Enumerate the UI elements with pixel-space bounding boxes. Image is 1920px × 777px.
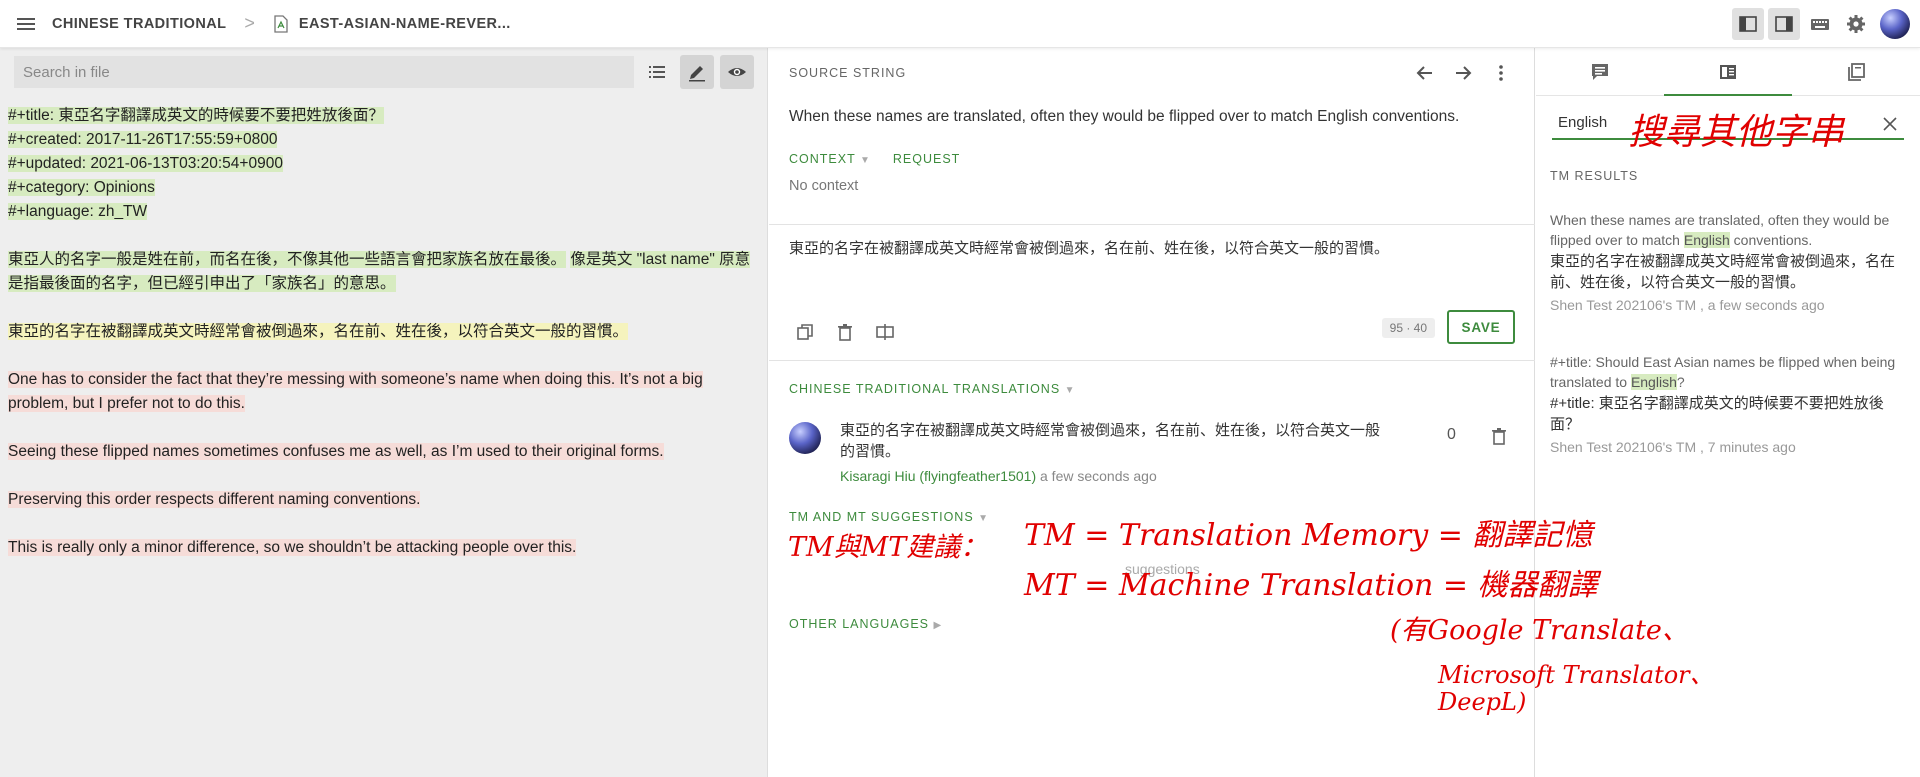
delete-icon[interactable] — [1489, 426, 1511, 448]
tm-mt-section-toggle[interactable]: TM AND MT SUGGESTIONS ▼ — [789, 510, 989, 524]
copy-source-icon[interactable] — [793, 320, 817, 344]
toggle-right-panel-icon[interactable] — [1768, 8, 1800, 40]
edit-pencil-icon[interactable] — [680, 55, 714, 89]
paragraph-6: This is really only a minor difference, … — [8, 536, 759, 560]
doc-string-current[interactable]: 東亞的名字在被翻譯成英文時經常會被倒過來，名在前、姓在後，以符合英文一般的習慣。 — [8, 323, 629, 340]
tm-results-label: TM RESULTS — [1550, 169, 1639, 183]
delete-translation-icon[interactable] — [833, 320, 857, 344]
tm-result-target: #+title: 東亞名字翻譯成英文的時候要不要把姓放後面？ — [1550, 395, 1884, 433]
tm-result-source: When these names are translated, often t… — [1550, 212, 1890, 248]
gear-icon[interactable] — [1840, 8, 1872, 40]
expand-triangle-icon: ▶ — [933, 620, 943, 631]
annotation-examples-line1: (有Google Translate、 — [1390, 615, 1689, 646]
doc-string-1a[interactable]: 東亞人的名字一般是姓在前，而名在後，不像其他一些語言會把家族名放在最後。 — [8, 251, 567, 268]
annotation-search-note: 搜尋其他字串 — [1628, 112, 1845, 153]
annotation-tm-mt-note: TM與MT建議： — [788, 532, 988, 563]
translations-section-toggle[interactable]: CHINESE TRADITIONAL TRANSLATIONS ▼ — [789, 382, 1076, 396]
annotation-examples-line3: DeepL) — [1438, 688, 1527, 716]
doc-header-updated[interactable]: #+updated: 2021-06-13T03:20:54+0900 — [8, 155, 283, 172]
preview-eye-icon[interactable] — [720, 55, 754, 89]
character-counter: 95 · 40 — [1381, 318, 1435, 338]
annotation-mt-definition: MT = Machine Translation = 機器翻譯 — [1024, 568, 1598, 603]
list-view-icon[interactable] — [640, 55, 674, 89]
arrow-right-icon[interactable] — [1450, 60, 1476, 86]
translations-section-label: CHINESE TRADITIONAL TRANSLATIONS — [789, 382, 1061, 396]
special-characters-icon[interactable] — [873, 320, 897, 344]
context-toggle[interactable]: CONTEXT ▼ — [789, 152, 871, 166]
tm-result-meta: Shen Test 202106's TM , a few seconds ag… — [1550, 297, 1825, 313]
doc-header-category[interactable]: #+category: Opinions — [8, 179, 155, 196]
breadcrumb-separator: > — [244, 13, 255, 33]
comment-icon — [1592, 63, 1608, 80]
top-bar: CHINESE TRADITIONAL > EAST-ASIAN-NAME-RE… — [0, 0, 1920, 48]
sidebar-tabs — [1536, 48, 1920, 96]
keyboard-icon[interactable] — [1804, 8, 1836, 40]
dropdown-triangle-icon: ▼ — [1064, 385, 1076, 396]
tm-result-meta: Shen Test 202106's TM , 7 minutes ago — [1550, 439, 1796, 455]
request-context-link[interactable]: REQUEST — [893, 152, 960, 166]
translation-text[interactable]: 東亞的名字在被翻譯成英文時經常會被倒過來，名在前、姓在後，以符合英文一般的習慣。 — [840, 420, 1380, 462]
dropdown-triangle-icon: ▼ — [859, 155, 871, 166]
tm-result-source: #+title: Should East Asian names be flip… — [1550, 354, 1896, 390]
translation-editor-pane: SOURCE STRING When these names are trans… — [769, 48, 1535, 777]
search-match: English — [1630, 374, 1677, 390]
file-icon — [274, 14, 288, 33]
annotation-tm-definition: TM = Translation Memory = 翻譯記憶 — [1024, 518, 1593, 553]
paragraph-1: 東亞人的名字一般是姓在前，而名在後，不像其他一些語言會把家族名放在最後。 像是英… — [8, 248, 759, 296]
search-in-file-input[interactable]: Search in file — [14, 56, 634, 88]
tab-comments[interactable] — [1536, 48, 1664, 95]
translation-time: a few seconds ago — [1040, 468, 1157, 484]
menu-icon[interactable] — [0, 0, 52, 48]
translation-textarea[interactable]: 東亞的名字在被翻譯成英文時經常會被倒過來，名在前、姓在後，以符合英文一般的習慣。 — [789, 237, 1389, 258]
tm-search-value: English — [1558, 114, 1608, 131]
doc-header-language[interactable]: #+language: zh_TW — [8, 203, 148, 220]
translation-editor: 東亞的名字在被翻譯成英文時經常會被倒過來，名在前、姓在後，以符合英文一般的習慣。… — [769, 224, 1535, 361]
no-context-text: No context — [789, 178, 859, 194]
tm-result-item[interactable]: When these names are translated, often t… — [1550, 210, 1906, 313]
library-icon — [1848, 62, 1865, 81]
tm-result-item[interactable]: #+title: Should East Asian names be flip… — [1550, 352, 1906, 455]
paragraph-2: 東亞的名字在被翻譯成英文時經常會被倒過來，名在前、姓在後，以符合英文一般的習慣。 — [8, 320, 759, 344]
header-block: #+title: 東亞名字翻譯成英文的時候要不要把姓放後面？ #+created… — [8, 104, 759, 224]
breadcrumb-file[interactable]: EAST-ASIAN-NAME-REVER... — [299, 16, 511, 32]
annotation-examples-line2: Microsoft Translator、 — [1438, 661, 1714, 689]
paragraph-5: Preserving this order respects different… — [8, 488, 759, 512]
book-icon — [1720, 64, 1736, 79]
source-string-label: SOURCE STRING — [789, 66, 907, 80]
translator-avatar — [789, 422, 821, 454]
arrow-left-icon[interactable] — [1412, 60, 1438, 86]
document-toolbar: Search in file — [0, 48, 767, 96]
document-pane: Search in file #+title: 東亞名字翻譯成英文的時候要不要把… — [0, 48, 768, 777]
search-match: English — [1683, 232, 1730, 248]
vote-count: 0 — [1447, 426, 1456, 443]
close-icon[interactable] — [1882, 116, 1898, 132]
doc-header-created[interactable]: #+created: 2017-11-26T17:55:59+0800 — [8, 131, 278, 148]
doc-string-3[interactable]: One has to consider the fact that they’r… — [8, 371, 703, 412]
tm-mt-section-label: TM AND MT SUGGESTIONS — [789, 510, 974, 524]
document-content: #+title: 東亞名字翻譯成英文的時候要不要把姓放後面？ #+created… — [0, 96, 767, 560]
tm-result-target: 東亞的名字在被翻譯成英文時經常會被倒過來，名在前、姓在後，以符合英文一般的習慣。 — [1550, 253, 1896, 291]
toggle-left-panel-icon[interactable] — [1732, 8, 1764, 40]
tab-machinery[interactable] — [1664, 48, 1792, 96]
translation-meta: Kisaragi Hiu (flyingfeather1501) a few s… — [840, 468, 1157, 484]
context-label: CONTEXT — [789, 152, 856, 166]
doc-header-title[interactable]: #+title: 東亞名字翻譯成英文的時候要不要把姓放後面？ — [8, 107, 384, 124]
paragraph-4: Seeing these flipped names sometimes con… — [8, 440, 759, 464]
breadcrumb-project[interactable]: CHINESE TRADITIONAL — [52, 16, 226, 32]
doc-string-6[interactable]: This is really only a minor difference, … — [8, 539, 577, 556]
translator-name[interactable]: Kisaragi Hiu (flyingfeather1501) — [840, 468, 1036, 484]
other-languages-toggle[interactable]: OTHER LANGUAGES ▶ — [789, 617, 942, 631]
save-button[interactable]: SAVE — [1447, 310, 1515, 344]
dropdown-triangle-icon: ▼ — [978, 513, 990, 524]
doc-string-4[interactable]: Seeing these flipped names sometimes con… — [8, 443, 664, 460]
tab-other-languages[interactable] — [1792, 48, 1920, 95]
source-string-text: When these names are translated, often t… — [789, 108, 1460, 125]
user-avatar[interactable] — [1880, 9, 1910, 39]
paragraph-3: One has to consider the fact that they’r… — [8, 368, 759, 416]
other-languages-label: OTHER LANGUAGES — [789, 617, 930, 631]
doc-string-5[interactable]: Preserving this order respects different… — [8, 491, 421, 508]
more-vert-icon[interactable] — [1488, 60, 1514, 86]
